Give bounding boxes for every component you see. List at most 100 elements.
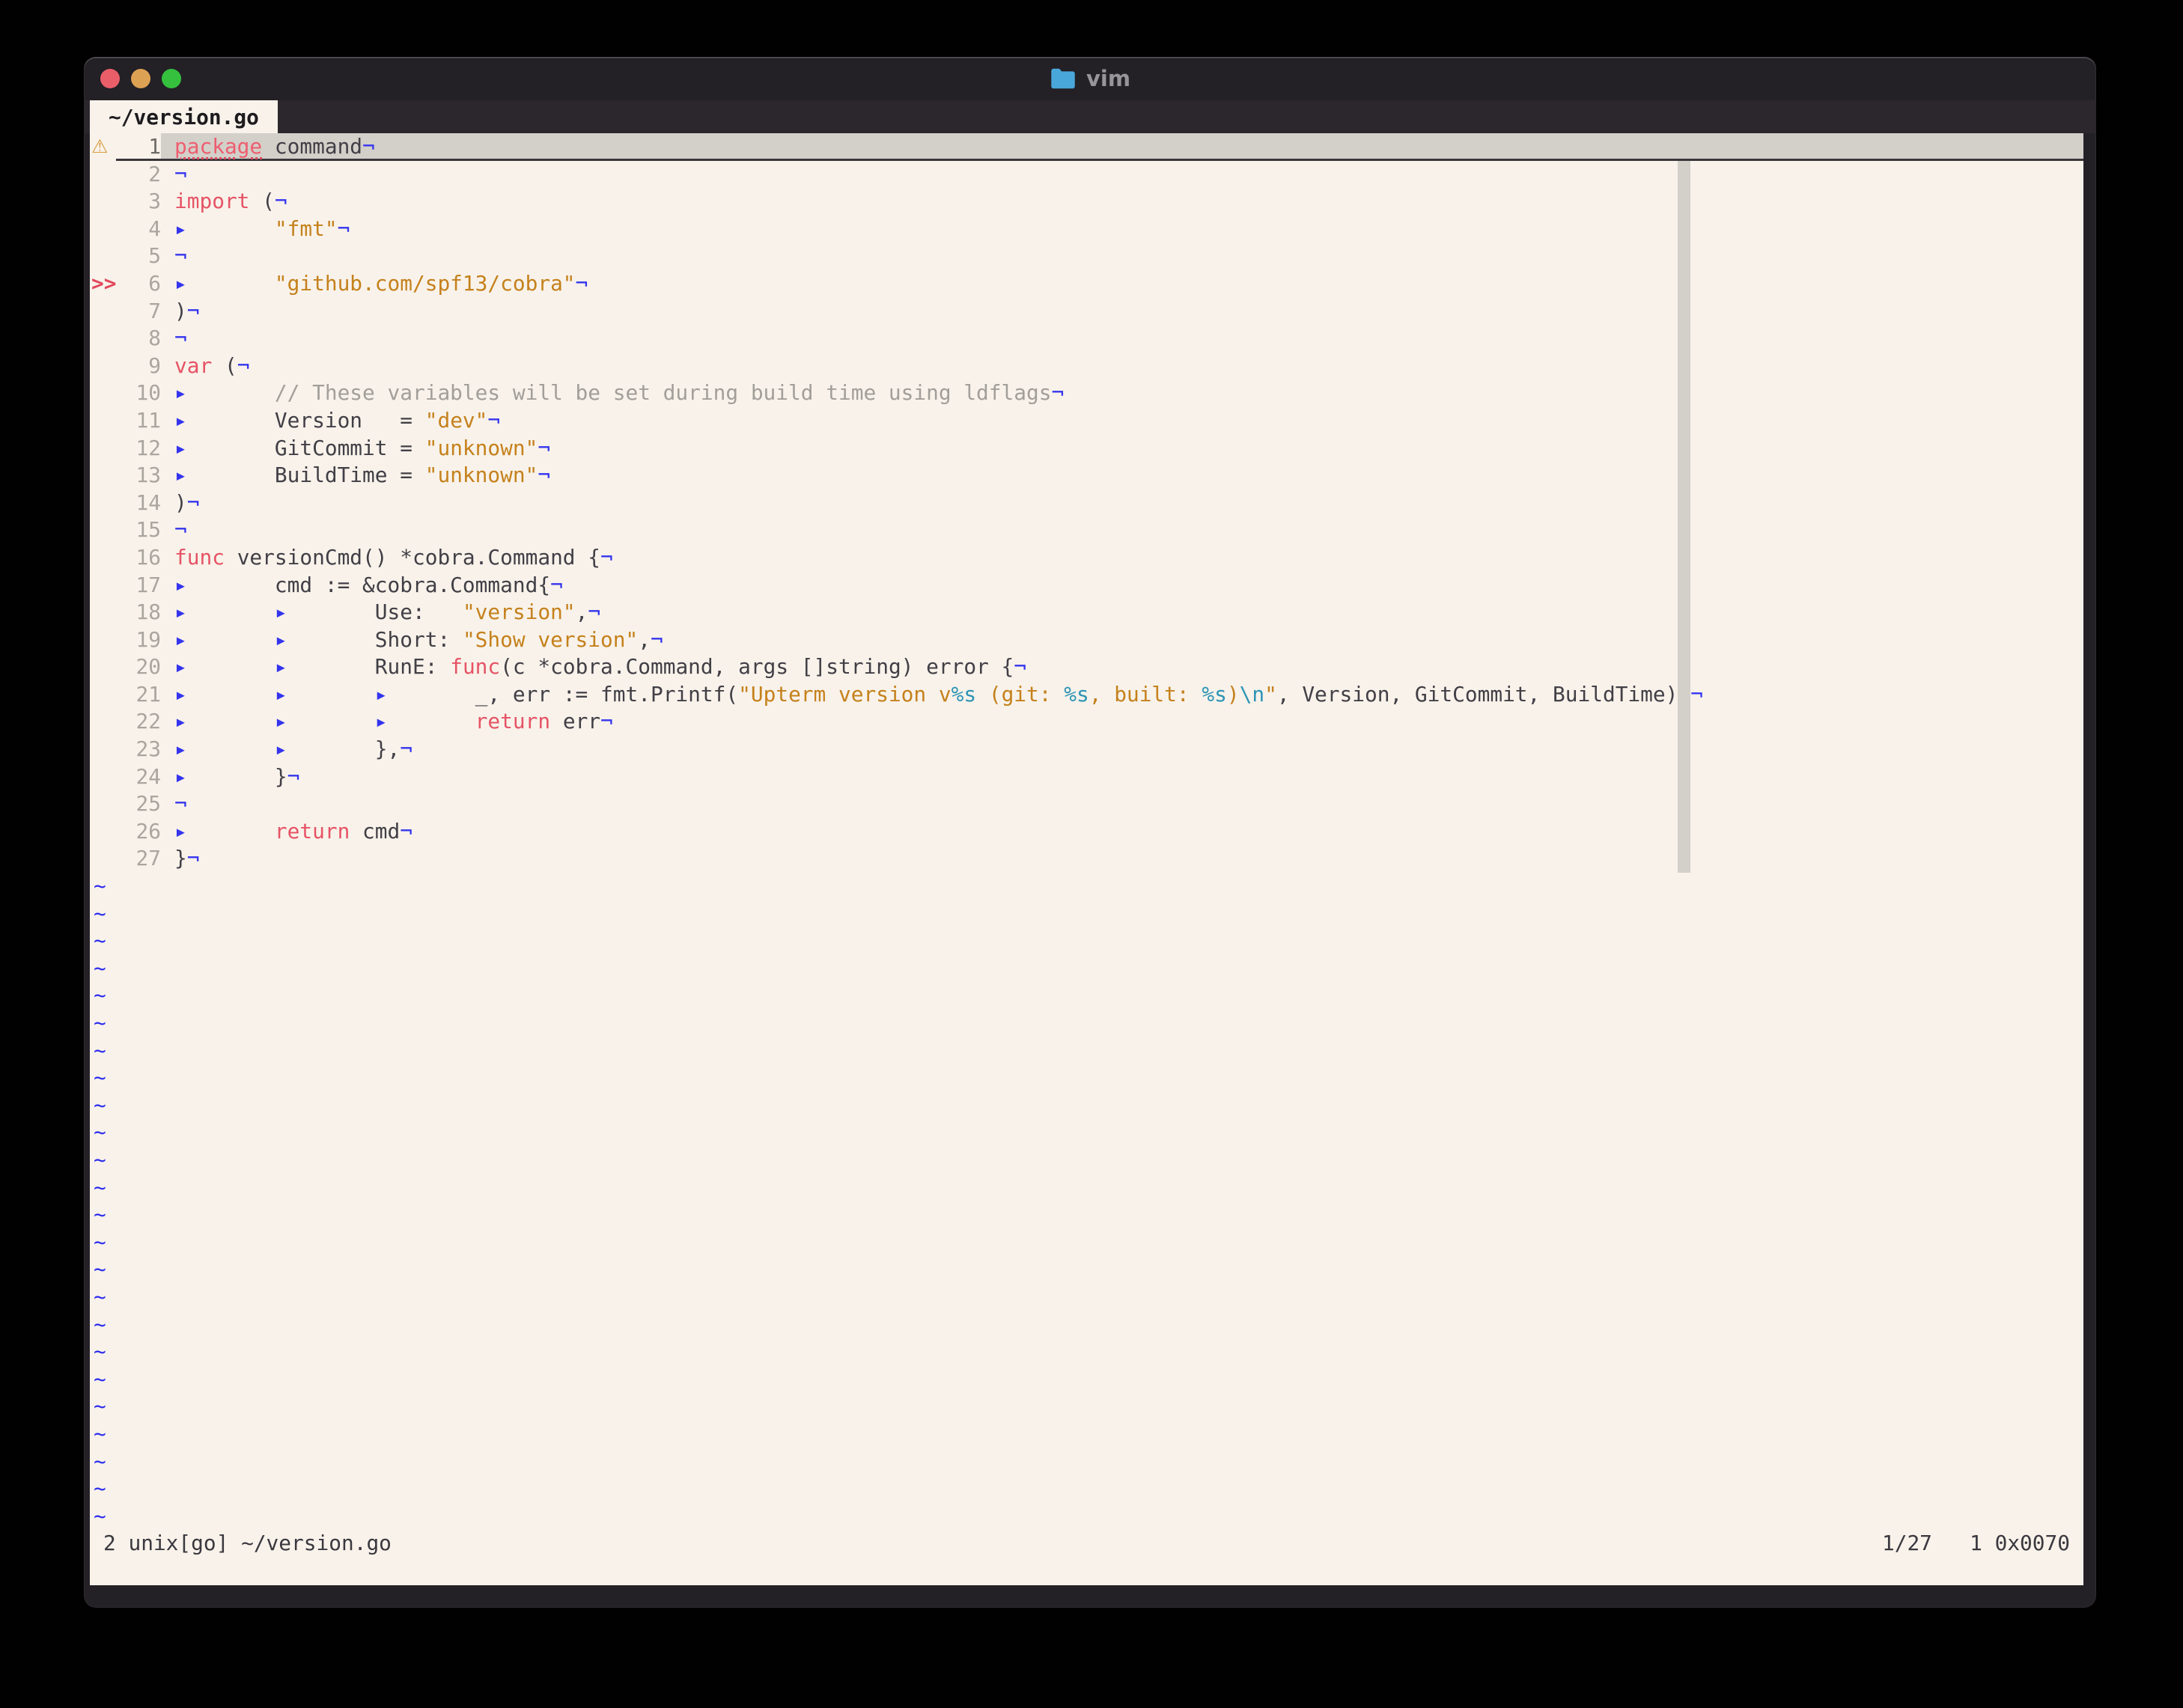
- sign-column: [90, 489, 116, 517]
- code-line[interactable]: 15¬: [90, 516, 2083, 544]
- tilde-line: ~: [90, 1064, 2083, 1092]
- code-line[interactable]: 26▸return cmd¬: [90, 818, 2083, 846]
- tab-indent-icon: ▸: [375, 681, 475, 709]
- line-number: 26: [116, 818, 161, 846]
- code-line[interactable]: 8¬: [90, 325, 2083, 353]
- line-text: ▸▸Use: "version",¬: [161, 599, 2083, 626]
- window-title: vim: [1086, 66, 1130, 91]
- line-number: 25: [116, 790, 161, 818]
- code-line[interactable]: 24▸}¬: [90, 763, 2083, 791]
- line-number: 3: [116, 188, 161, 216]
- tab-indent-icon: ▸: [174, 216, 275, 243]
- sign-column: [90, 298, 116, 326]
- sign-column: [90, 763, 116, 791]
- line-number: 21: [116, 681, 161, 709]
- line-text: ▸Version = "dev"¬: [161, 407, 2083, 435]
- line-text: func versionCmd() *cobra.Command {¬: [161, 544, 2083, 572]
- line-number: 11: [116, 407, 161, 435]
- tab-version-go[interactable]: ~/version.go: [90, 100, 278, 133]
- close-button[interactable]: [100, 69, 120, 88]
- sign-column: [90, 516, 116, 544]
- code-line[interactable]: >>6▸"github.com/spf13/cobra"¬: [90, 270, 2083, 298]
- line-number: 1: [116, 133, 161, 159]
- line-number: 18: [116, 599, 161, 626]
- tilde-line: ~: [90, 1256, 2083, 1284]
- code-line[interactable]: 19▸▸Short: "Show version",¬: [90, 626, 2083, 654]
- sign-column: [90, 243, 116, 270]
- sign-column: [90, 379, 116, 407]
- code-line[interactable]: 22▸▸▸return err¬: [90, 708, 2083, 736]
- line-text: ▸cmd := &cobra.Command{¬: [161, 572, 2083, 600]
- code-line[interactable]: 9var (¬: [90, 353, 2083, 380]
- editor-area[interactable]: ⚠1package command¬2¬3import (¬4▸"fmt"¬5¬…: [90, 133, 2083, 1585]
- status-right: 1/27 1 0x0070: [1882, 1530, 2070, 1558]
- tab-indent-icon: ▸: [275, 626, 375, 654]
- tilde-line: ~: [90, 955, 2083, 983]
- line-number: 5: [116, 243, 161, 270]
- line-number: 15: [116, 516, 161, 544]
- titlebar-title-group: vim: [84, 57, 2096, 100]
- code-line[interactable]: 7)¬: [90, 298, 2083, 326]
- desktop-background: { "window": { "title": "vim" }, "tab": {…: [0, 0, 2183, 1708]
- code-line[interactable]: ⚠1package command¬: [90, 133, 2083, 161]
- line-number: 10: [116, 379, 161, 407]
- code-line[interactable]: 18▸▸Use: "version",¬: [90, 599, 2083, 626]
- sign-column: [90, 681, 116, 709]
- code-line[interactable]: 5¬: [90, 243, 2083, 270]
- tab-indent-icon: ▸: [174, 708, 275, 736]
- line-number: 16: [116, 544, 161, 572]
- sign-column: [90, 818, 116, 846]
- code-line[interactable]: 12▸GitCommit = "unknown"¬: [90, 435, 2083, 463]
- code-line[interactable]: 11▸Version = "dev"¬: [90, 407, 2083, 435]
- status-left: 2 unix[go] ~/version.go: [103, 1530, 392, 1558]
- tilde-line: ~: [90, 1421, 2083, 1448]
- tab-indent-icon: ▸: [174, 736, 275, 763]
- sign-column: [90, 325, 116, 353]
- tab-indent-icon: ▸: [174, 763, 275, 791]
- code-line[interactable]: 4▸"fmt"¬: [90, 216, 2083, 243]
- tilde-line: ~: [90, 1147, 2083, 1174]
- line-text: ¬: [161, 325, 2083, 353]
- code-line[interactable]: 3import (¬: [90, 188, 2083, 216]
- tab-indent-icon: ▸: [174, 407, 275, 435]
- minimize-button[interactable]: [131, 69, 150, 88]
- line-text: )¬: [161, 489, 2083, 517]
- tab-indent-icon: ▸: [275, 653, 375, 681]
- tilde-line: ~: [90, 1229, 2083, 1257]
- sign-column: [90, 544, 116, 572]
- code-line[interactable]: 17▸cmd := &cobra.Command{¬: [90, 572, 2083, 600]
- line-text: )¬: [161, 298, 2083, 326]
- tilde-line: ~: [90, 1366, 2083, 1394]
- tilde-line: ~: [90, 1037, 2083, 1065]
- code-line[interactable]: 14)¬: [90, 489, 2083, 517]
- tab-indent-icon: ▸: [275, 599, 375, 626]
- code-line[interactable]: 10▸// These variables will be set during…: [90, 379, 2083, 407]
- line-text: ▸▸RunE: func(c *cobra.Command, args []st…: [161, 653, 2083, 681]
- line-text: ¬: [161, 516, 2083, 544]
- tab-indent-icon: ▸: [375, 708, 475, 736]
- tab-indent-icon: ▸: [275, 708, 375, 736]
- line-number: 24: [116, 763, 161, 791]
- line-text: ▸▸▸_, err := fmt.Printf("Upterm version …: [161, 681, 2083, 709]
- code-line[interactable]: 23▸▸},¬: [90, 736, 2083, 763]
- code-line[interactable]: 25¬: [90, 790, 2083, 818]
- tab-indent-icon: ▸: [174, 572, 275, 600]
- sign-column: [90, 435, 116, 463]
- code-line[interactable]: 21▸▸▸_, err := fmt.Printf("Upterm versio…: [90, 681, 2083, 709]
- sign-column: [90, 790, 116, 818]
- tab-indent-icon: ▸: [174, 270, 275, 298]
- line-number: 13: [116, 462, 161, 489]
- sign-column: [90, 407, 116, 435]
- code-line[interactable]: 27}¬: [90, 845, 2083, 873]
- line-text: ¬: [161, 161, 2083, 189]
- line-text: ▸return cmd¬: [161, 818, 2083, 846]
- code-line[interactable]: 2¬: [90, 161, 2083, 189]
- code-line[interactable]: 13▸BuildTime = "unknown"¬: [90, 462, 2083, 489]
- tilde-line: ~: [90, 1393, 2083, 1421]
- code-line[interactable]: 20▸▸RunE: func(c *cobra.Command, args []…: [90, 653, 2083, 681]
- tilde-line: ~: [90, 982, 2083, 1010]
- window-titlebar: vim: [84, 57, 2096, 100]
- maximize-button[interactable]: [162, 69, 181, 88]
- code-line[interactable]: 16func versionCmd() *cobra.Command {¬: [90, 544, 2083, 572]
- line-number: 7: [116, 298, 161, 326]
